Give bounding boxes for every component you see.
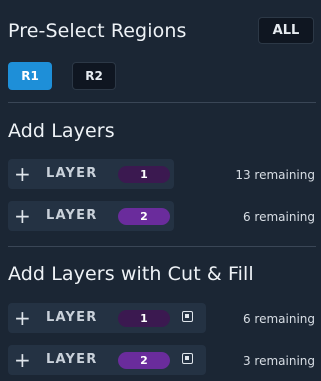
preselect-title: Pre-Select Regions xyxy=(8,20,187,42)
add-layers-title: Add Layers xyxy=(8,120,115,142)
plus-icon: + xyxy=(14,306,31,330)
cut-fill-title: Add Layers with Cut & Fill xyxy=(8,263,254,285)
add-layer-1-button[interactable]: + LAYER 1 xyxy=(8,159,174,189)
layer-number-badge: 2 xyxy=(118,352,170,369)
add-layer-2-button[interactable]: + LAYER 2 xyxy=(8,201,174,231)
layer-number-badge: 1 xyxy=(118,166,170,183)
divider xyxy=(8,102,316,103)
plus-icon: + xyxy=(14,348,31,372)
plus-icon: + xyxy=(14,204,31,228)
divider xyxy=(8,246,316,247)
layer-label: LAYER xyxy=(46,208,98,223)
layer-number-badge: 1 xyxy=(118,310,170,327)
cutfill-layer-1-remaining: 6 remaining xyxy=(242,312,315,326)
layer-label: LAYER xyxy=(46,352,98,367)
layer-2-remaining: 6 remaining xyxy=(242,210,315,224)
region-r1-button[interactable]: R1 xyxy=(8,62,52,90)
add-cutfill-layer-1-button[interactable]: + LAYER 1 xyxy=(8,303,206,333)
cutfill-layer-2-remaining: 3 remaining xyxy=(242,354,315,368)
layer-label: LAYER xyxy=(46,166,98,181)
record-box-icon xyxy=(182,353,193,364)
layer-number-badge: 2 xyxy=(118,208,170,225)
layer-label: LAYER xyxy=(46,310,98,325)
plus-icon: + xyxy=(14,162,31,186)
layers-panel: Pre-Select Regions ALL R1 R2 Add Layers … xyxy=(0,0,321,381)
record-box-icon xyxy=(182,311,193,322)
region-r2-button[interactable]: R2 xyxy=(72,62,116,90)
add-cutfill-layer-2-button[interactable]: + LAYER 2 xyxy=(8,345,206,375)
select-all-button[interactable]: ALL xyxy=(258,17,314,44)
layer-1-remaining: 13 remaining xyxy=(235,168,315,182)
